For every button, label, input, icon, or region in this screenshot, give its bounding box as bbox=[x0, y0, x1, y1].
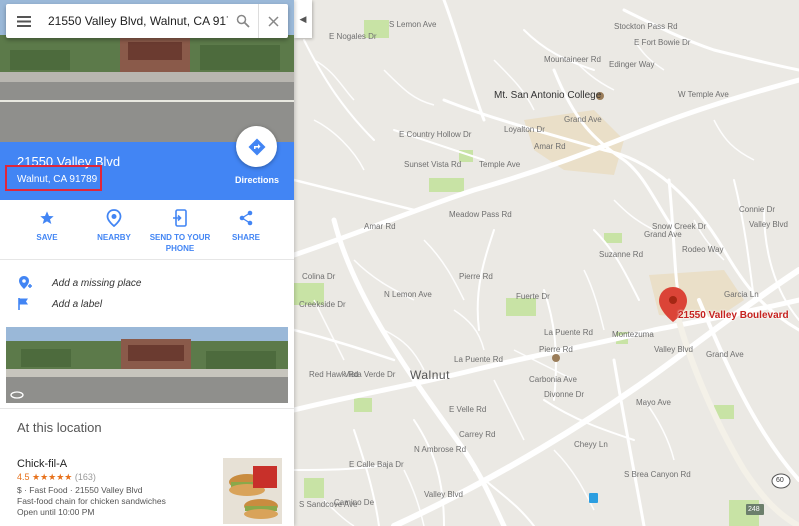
street-label: Mayo Ave bbox=[636, 398, 671, 407]
review-count[interactable]: (163) bbox=[75, 472, 96, 482]
business-name[interactable]: Chick-fil-A bbox=[17, 458, 217, 470]
rating-value: 4.5 bbox=[17, 472, 30, 482]
send-to-phone-icon bbox=[173, 208, 187, 228]
street-view-photo[interactable]: 21550 Valley Blvd, Walnut, CA 91789 bbox=[0, 0, 294, 142]
directions-label[interactable]: Directions bbox=[235, 175, 279, 185]
directions-icon bbox=[248, 138, 265, 155]
add-missing-place-link[interactable]: Add a missing place bbox=[18, 275, 142, 291]
street-label: E Nogales Dr bbox=[329, 32, 377, 41]
street-label: Edinger Way bbox=[609, 60, 655, 69]
street-label: N Lemon Ave bbox=[384, 290, 432, 299]
street-label: Snow Creek Dr bbox=[652, 222, 707, 231]
share-button[interactable]: SHARE bbox=[206, 208, 286, 243]
street-label: Grand Ave bbox=[564, 115, 602, 124]
collapse-panel-button[interactable]: ◀ bbox=[294, 0, 312, 38]
street-label: Amar Rd bbox=[364, 222, 396, 231]
add-missing-place-label: Add a missing place bbox=[52, 277, 142, 289]
business-meta: $ · Fast Food · 21550 Valley Blvd bbox=[17, 485, 143, 495]
route-number: 60 bbox=[776, 477, 784, 484]
street-label: Meadow Pass Rd bbox=[449, 210, 512, 219]
business-description: Fast-food chain for chicken sandwiches bbox=[17, 496, 166, 506]
business-listing[interactable]: Chick-fil-A 4.5 ★★★★★ (163) $ · Fast Foo… bbox=[17, 458, 217, 517]
street-label: Carrey Rd bbox=[459, 430, 496, 439]
street-label: N Ambrose Rd bbox=[414, 445, 467, 454]
street-label: E Velle Rd bbox=[449, 405, 487, 414]
section-title: At this location bbox=[17, 420, 102, 435]
street-label: Loyalton Dr bbox=[504, 125, 545, 134]
add-label-label: Add a label bbox=[52, 298, 103, 310]
street-label: Temple Ave bbox=[479, 160, 521, 169]
map-canvas[interactable]: Mt. San Antonio College Walnut 21550 Val… bbox=[294, 0, 799, 526]
street-label: Suzanne Rd bbox=[599, 250, 644, 259]
street-label: Garcia Ln bbox=[724, 290, 759, 299]
divider bbox=[0, 408, 294, 409]
street-label: Creekside Dr bbox=[299, 300, 346, 309]
street-label: E Country Hollow Dr bbox=[399, 130, 472, 139]
close-icon[interactable] bbox=[258, 4, 288, 38]
street-label: Pierre Rd bbox=[459, 272, 493, 281]
street-view-image bbox=[6, 327, 288, 403]
nearby-pin-icon bbox=[106, 208, 122, 228]
street-label: E Calle Baja Dr bbox=[349, 460, 404, 469]
street-label: Connie Dr bbox=[739, 205, 776, 214]
city-label: Walnut bbox=[410, 368, 450, 382]
share-label: SHARE bbox=[231, 233, 260, 242]
chevron-left-icon: ◀ bbox=[299, 13, 307, 24]
star-rating-icon: ★★★★★ bbox=[32, 472, 73, 482]
search-icon[interactable] bbox=[228, 4, 258, 38]
street-label: Divonne Dr bbox=[544, 390, 585, 399]
360-view-icon bbox=[10, 387, 24, 403]
street-label: Sunset Vista Rd bbox=[404, 160, 462, 169]
street-label: Pierre Rd bbox=[539, 345, 573, 354]
route-number: 248 bbox=[748, 506, 760, 513]
street-label: Valley Blvd bbox=[749, 220, 788, 229]
street-label: Amar Rd bbox=[534, 142, 566, 151]
street-label: Fuerte Dr bbox=[516, 292, 550, 301]
street-label: S Brea Canyon Rd bbox=[624, 470, 691, 479]
street-label: Valley Blvd bbox=[424, 490, 463, 499]
action-bar: SAVE NEARBY SEND TO YOUR PHONE SHARE bbox=[0, 200, 294, 260]
search-box[interactable]: 21550 Valley Blvd, Walnut, CA 91789 bbox=[6, 4, 288, 38]
street-label: S Sandcove Ave bbox=[299, 500, 358, 509]
street-label: La Puente Rd bbox=[544, 328, 593, 337]
transit-icon bbox=[589, 493, 598, 503]
street-label: La Puente Rd bbox=[454, 355, 503, 364]
map-roads bbox=[294, 0, 799, 526]
college-label[interactable]: Mt. San Antonio College bbox=[494, 90, 601, 101]
flag-icon bbox=[18, 297, 52, 311]
street-label: Rodeo Way bbox=[682, 245, 724, 254]
street-label: Cheyy Ln bbox=[574, 440, 608, 449]
street-label: S Lemon Ave bbox=[389, 20, 437, 29]
street-label: Carbonia Ave bbox=[529, 375, 577, 384]
street-label: Grand Ave bbox=[644, 230, 682, 239]
place-subtitle: Walnut, CA 91789 bbox=[17, 174, 98, 185]
street-label: Montezuma bbox=[612, 330, 654, 339]
street-label: Stockton Pass Rd bbox=[614, 22, 678, 31]
poi-icon[interactable] bbox=[552, 354, 560, 362]
street-label: Valley Blvd bbox=[654, 345, 693, 354]
street-label: W Temple Ave bbox=[678, 90, 729, 99]
share-icon bbox=[238, 208, 254, 228]
sandwich-image bbox=[223, 458, 282, 524]
add-place-icon bbox=[18, 275, 52, 291]
save-label: SAVE bbox=[36, 233, 58, 242]
star-icon bbox=[39, 208, 55, 228]
street-label: Mountaineer Rd bbox=[544, 55, 601, 64]
street-label: Vista Verde Dr bbox=[344, 370, 396, 379]
hamburger-menu-icon[interactable] bbox=[6, 4, 42, 38]
street-view-thumbnail[interactable] bbox=[6, 327, 288, 403]
street-label: Grand Ave bbox=[706, 350, 744, 359]
business-photo[interactable] bbox=[223, 458, 282, 524]
business-rating: 4.5 ★★★★★ (163) bbox=[17, 472, 217, 483]
place-header: 21550 Valley Blvd Walnut, CA 91789 Direc… bbox=[0, 126, 294, 200]
nearby-label: NEARBY bbox=[97, 233, 131, 242]
directions-button[interactable] bbox=[236, 126, 277, 167]
business-hours: Open until 10:00 PM bbox=[17, 507, 95, 517]
street-label: E Fort Bowie Dr bbox=[634, 38, 691, 47]
place-panel: 21550 Valley Blvd, Walnut, CA 91789 2155… bbox=[0, 0, 294, 526]
pin-label[interactable]: 21550 Valley Boulevard bbox=[678, 310, 789, 321]
street-label: Colina Dr bbox=[302, 272, 336, 281]
add-label-link[interactable]: Add a label bbox=[18, 297, 102, 311]
search-input[interactable]: 21550 Valley Blvd, Walnut, CA 91789 bbox=[42, 14, 228, 28]
